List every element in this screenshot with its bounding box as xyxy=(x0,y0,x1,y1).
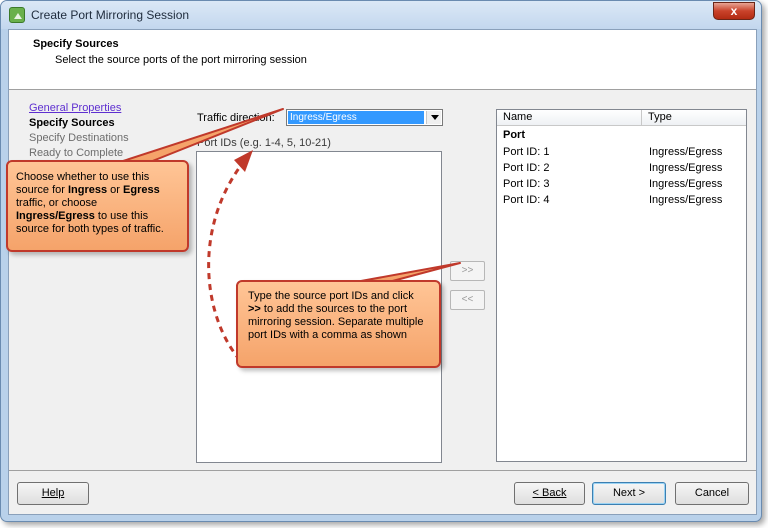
traffic-direction-value: Ingress/Egress xyxy=(288,111,424,124)
callout-text: traffic, or choose xyxy=(16,197,98,209)
cell-name: Port ID: 1 xyxy=(503,146,550,158)
cell-type: Ingress/Egress xyxy=(649,162,723,174)
table-row[interactable]: Port ID: 1 Ingress/Egress xyxy=(497,144,746,160)
title-bar[interactable]: Create Port Mirroring Session x xyxy=(1,1,761,29)
next-button[interactable]: Next > xyxy=(592,482,666,505)
page-title: Specify Sources xyxy=(33,38,119,50)
page-subtitle: Select the source ports of the port mirr… xyxy=(55,54,307,66)
callout-text: to add the sources to the port mirroring… xyxy=(248,303,424,341)
wizard-header: Specify Sources Select the source ports … xyxy=(9,30,756,90)
callout-traffic-direction: Choose whether to use this source for In… xyxy=(6,160,189,252)
table-row[interactable]: Port ID: 3 Ingress/Egress xyxy=(497,176,746,192)
table-row[interactable]: Port ID: 4 Ingress/Egress xyxy=(497,192,746,208)
step-general-properties[interactable]: General Properties xyxy=(29,101,129,116)
dialog-client: Specify Sources Select the source ports … xyxy=(8,29,757,515)
column-header-type[interactable]: Type xyxy=(642,110,746,126)
next-button-label: Next > xyxy=(612,487,646,499)
cell-type: Ingress/Egress xyxy=(649,146,723,158)
step-specify-sources: Specify Sources xyxy=(29,117,115,129)
window-title: Create Port Mirroring Session xyxy=(31,8,190,22)
callout-bold: Ingress xyxy=(67,184,108,196)
table-row[interactable]: Port ID: 2 Ingress/Egress xyxy=(497,160,746,176)
cancel-button[interactable]: Cancel xyxy=(675,482,749,505)
cell-name: Port ID: 4 xyxy=(503,194,550,206)
back-button[interactable]: < Back xyxy=(514,482,585,505)
help-button[interactable]: Help xyxy=(17,482,89,505)
add-sources-button[interactable]: >> xyxy=(450,261,485,281)
close-button[interactable]: x xyxy=(713,2,755,20)
footer-divider xyxy=(9,470,756,471)
callout-port-ids: Type the source port IDs and click >> to… xyxy=(236,280,441,368)
cell-name: Port ID: 3 xyxy=(503,178,550,190)
help-button-label: Help xyxy=(41,487,65,499)
cell-name: Port ID: 2 xyxy=(503,162,550,174)
table-group-port: Port xyxy=(503,129,525,141)
traffic-direction-label: Traffic direction: xyxy=(197,112,275,124)
traffic-direction-select[interactable]: Ingress/Egress xyxy=(286,109,443,126)
callout-text: or xyxy=(107,184,124,196)
app-icon xyxy=(9,7,25,23)
back-button-label: < Back xyxy=(532,487,567,499)
remove-sources-button[interactable]: << xyxy=(450,290,485,310)
chevron-down-icon[interactable] xyxy=(426,111,441,124)
callout-bold: Egress xyxy=(123,184,160,196)
callout-bold: Ingress/Egress xyxy=(16,210,95,222)
sources-table: Name Type Port Port ID: 1 Ingress/Egress… xyxy=(496,109,747,462)
port-ids-label: Port IDs (e.g. 1-4, 5, 10-21) xyxy=(197,137,331,149)
dialog-window: Create Port Mirroring Session x Specify … xyxy=(0,0,762,522)
cell-type: Ingress/Egress xyxy=(649,178,723,190)
cell-type: Ingress/Egress xyxy=(649,194,723,206)
wizard-steps: General Properties Specify Sources Speci… xyxy=(29,101,129,161)
step-specify-destinations: Specify Destinations xyxy=(29,132,129,144)
column-header-name[interactable]: Name xyxy=(497,110,642,126)
callout-bold: >> xyxy=(248,303,261,315)
callout-text: Type the source port IDs and click xyxy=(248,290,414,302)
step-ready-to-complete: Ready to Complete xyxy=(29,147,124,159)
